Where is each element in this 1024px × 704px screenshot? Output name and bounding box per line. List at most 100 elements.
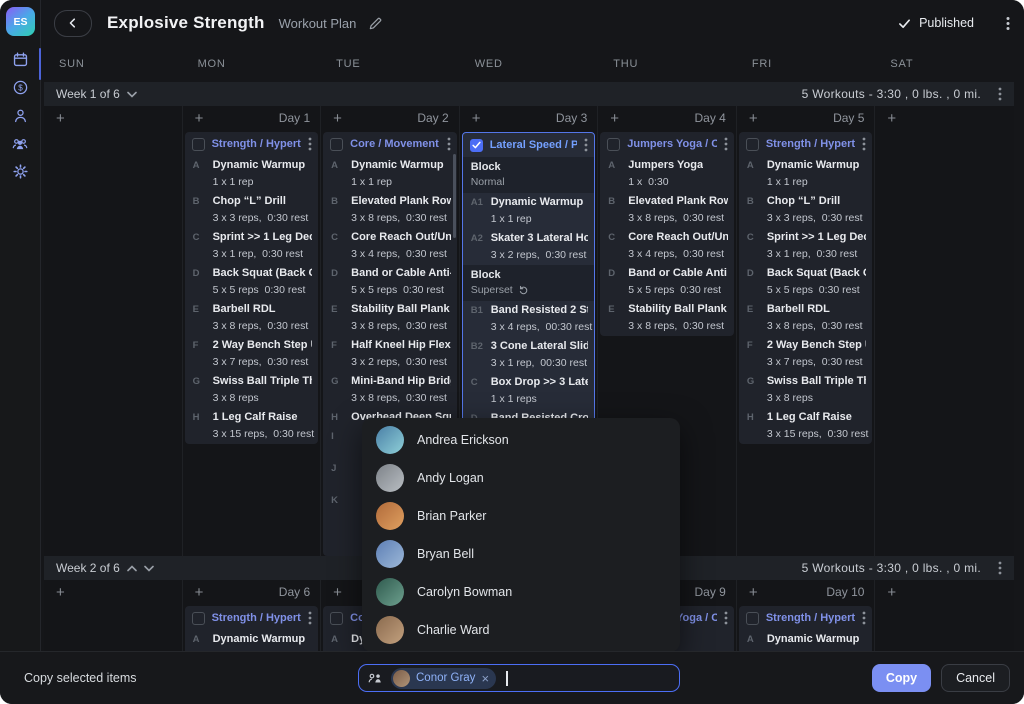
workout-title: Strength / Hypertro... [212,138,302,150]
day-label: Day 6 [279,585,310,599]
sidebar-item-billing[interactable]: $ [6,78,34,96]
chevron-down-icon[interactable] [144,565,154,572]
exercise-details: 3 x 4 reps, 0:30 rest [628,248,728,261]
exercise-name: Dynamic Warmup [213,159,306,172]
column-headers: ++Day 1+Day 2+Day 3+Day 4+Day 5+ [44,106,1014,130]
workout-kebab-icon[interactable] [447,137,451,151]
workout-kebab-icon[interactable] [724,611,728,625]
workout-kebab-icon[interactable] [584,138,588,152]
exercise-letter: C [193,231,213,261]
exercise-body: Jumpers Yoga1 x 0:30 [628,159,703,189]
back-icon [67,17,79,29]
exercise-letter: A [331,159,351,189]
workout-kebab-icon[interactable] [862,611,866,625]
week-summary: 5 Workouts - 3:30 , 0 lbs. , 0 mi. [802,87,981,101]
workout-checkbox[interactable] [607,138,620,151]
exercise-name: Box Drop >> 3 Lateral H... [491,376,589,389]
exercise-body: 1 Leg Calf Raise3 x 15 reps, 0:30 rest [213,411,313,441]
sidebar-item-settings[interactable] [6,162,34,180]
exercise-details: 3 x 15 reps, 0:30 rest [767,428,867,441]
week-kebab-icon[interactable] [998,87,1002,101]
day-label: Day 10 [826,585,864,599]
exercise-body: Core Reach Out/Under3 x 4 reps, 0:30 res… [628,231,728,261]
athlete-search-input[interactable]: Conor Gray × [358,664,680,692]
day-column-header: +Day 1 [183,106,322,130]
athlete-option[interactable]: Brian Parker [362,497,680,535]
exercise-row: DBack Squat (Back Off Set)5 x 5 reps 0:3… [185,264,319,300]
workout-kebab-icon[interactable] [308,611,312,625]
exercise-name: 1 Leg Calf Raise [213,411,313,424]
workout-checkbox[interactable] [470,139,483,152]
exercise-details: 3 x 4 reps, 0:30 rest [351,248,451,261]
remove-tag-icon[interactable]: × [481,672,489,685]
athlete-option[interactable]: Andy Logan [362,459,680,497]
app-logo[interactable]: ES [6,7,35,36]
week-label: Week 1 of 6 [56,87,120,101]
exercise-name: Elevated Plank Row [628,195,728,208]
back-button[interactable] [54,10,92,37]
exercise-letter: B [747,195,767,225]
add-workout-icon[interactable]: + [610,111,619,126]
workout-checkbox[interactable] [330,138,343,151]
card-scrollbar[interactable] [453,154,456,238]
workout-kebab-icon[interactable] [724,137,728,151]
avatar [376,616,404,644]
edit-title-icon[interactable] [368,16,383,31]
workout-card[interactable]: Strength / Hypertro...ADynamic Warmup1 x… [185,606,319,652]
workout-checkbox[interactable] [746,612,759,625]
copy-button[interactable]: Copy [872,664,931,692]
workout-card[interactable]: Strength / Hypertro...ADynamic Warmup1 x… [185,132,319,444]
add-workout-icon[interactable]: + [195,585,204,600]
cancel-button[interactable]: Cancel [941,664,1010,692]
exercise-row: EStability Ball Plank Linear ...3 x 8 re… [323,300,457,336]
exercise-letter: D [608,267,628,297]
workout-kebab-icon[interactable] [862,137,866,151]
tag-avatar [393,670,410,687]
workout-card[interactable]: Jumpers Yoga / CoreAJumpers Yoga1 x 0:30… [600,132,734,336]
workout-card[interactable]: Strength / Hypertro...ADynamic Warmup1 x… [739,606,873,652]
add-workout-icon[interactable]: + [56,111,65,126]
sidebar-item-teams[interactable] [6,134,34,152]
exercise-details: 3 x 8 reps [213,392,313,405]
exercise-body: Band or Cable Anti Rotati...5 x 5 reps 0… [628,267,728,297]
athlete-option[interactable]: Charlie Ward [362,611,680,649]
chevron-up-icon[interactable] [127,565,137,572]
athlete-option[interactable]: Bryan Bell [362,535,680,573]
sidebar-item-calendar[interactable] [6,50,34,68]
superset-loop-icon [518,285,529,296]
dow-cell: FRI [737,46,876,82]
exercise-name: Stability Ball Plank Linear ... [628,303,728,316]
workout-card[interactable]: Strength / Hypertro...ADynamic Warmup1 x… [739,132,873,444]
add-workout-icon[interactable]: + [887,111,896,126]
chevron-down-icon[interactable] [127,91,137,98]
exercise-row: A2Skater 3 Lateral Hops >> ...3 x 2 reps… [463,229,595,265]
add-workout-icon[interactable]: + [887,585,896,600]
athlete-option[interactable]: Andrea Erickson [362,421,680,459]
exercise-name: Stability Ball Plank Linear ... [351,303,451,316]
exercise-letter: B [608,195,628,225]
add-workout-icon[interactable]: + [56,585,65,600]
workout-checkbox[interactable] [192,138,205,151]
add-workout-icon[interactable]: + [472,111,481,126]
dow-cell: SAT [875,46,1014,82]
add-workout-icon[interactable]: + [195,111,204,126]
add-workout-icon[interactable]: + [333,111,342,126]
exercise-details: 5 x 5 reps 0:30 rest [767,284,867,297]
add-workout-icon[interactable]: + [749,585,758,600]
exercise-body: Dynamic Warmup1 x 1 rep [213,633,306,652]
day-cell: Strength / Hypertro...ADynamic Warmup1 x… [183,130,322,558]
people-icon [367,670,383,686]
add-workout-icon[interactable]: + [333,585,342,600]
header-kebab-icon[interactable] [1006,16,1010,31]
exercise-body: Stability Ball Plank Linear ...3 x 8 rep… [628,303,728,333]
workout-checkbox[interactable] [746,138,759,151]
workout-checkbox[interactable] [192,612,205,625]
athlete-option[interactable]: Carolyn Bowman [362,573,680,611]
exercise-details: 3 x 2 reps, 0:30 rest [351,356,451,369]
sidebar-item-athlete[interactable] [6,106,34,124]
workout-checkbox[interactable] [330,612,343,625]
workout-kebab-icon[interactable] [308,137,312,151]
week-kebab-icon[interactable] [998,561,1002,575]
add-workout-icon[interactable]: + [749,111,758,126]
day-of-week-header: SUNMONTUEWEDTHUFRISAT [44,46,1014,82]
